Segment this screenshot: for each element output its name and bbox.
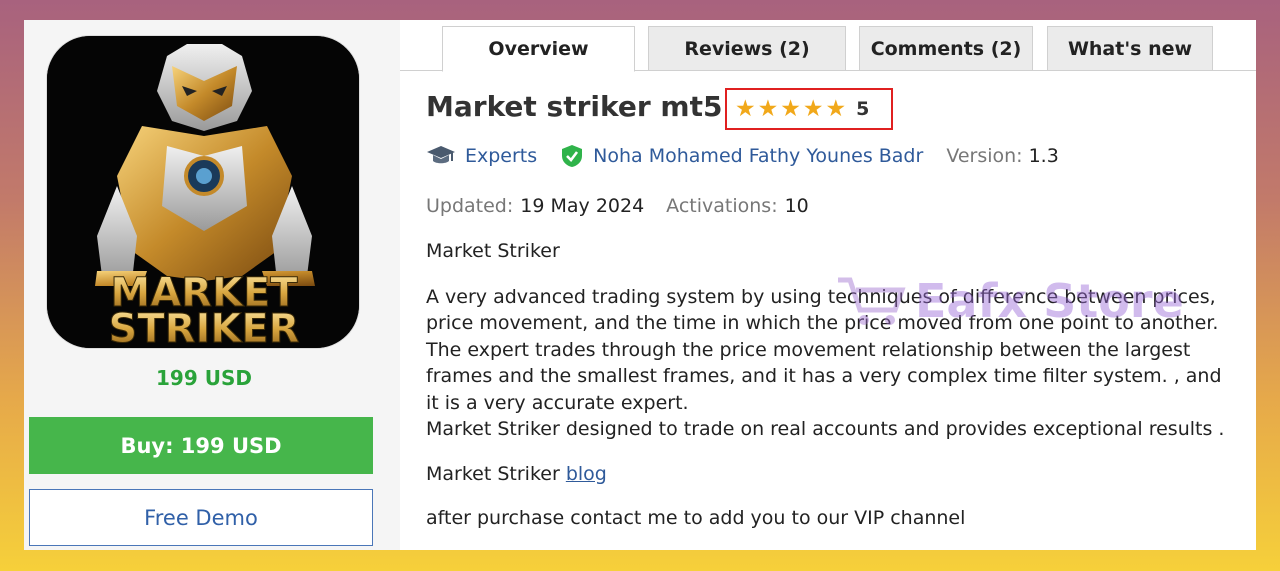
star-icon: ★: [802, 95, 824, 122]
blog-link[interactable]: blog: [566, 463, 607, 485]
version-label: Version:: [946, 145, 1023, 167]
activations-label: Activations:: [666, 195, 778, 217]
updated-label: Updated:: [426, 195, 514, 217]
description-line: it is a very accurate expert.: [426, 391, 689, 414]
tab-overview[interactable]: Overview: [442, 26, 635, 72]
buy-button[interactable]: Buy: 199 USD: [29, 417, 373, 474]
product-meta-row: Experts Noha Mohamed Fathy Younes Badr V…: [426, 140, 1059, 172]
product-main: Overview Reviews (2) Comments (2) What's…: [400, 20, 1256, 550]
description-line: The expert trades through the price move…: [426, 338, 1191, 361]
free-demo-button[interactable]: Free Demo: [29, 489, 373, 546]
star-icon: ★: [780, 95, 801, 122]
description-line: price movement, and the time in which th…: [426, 312, 1219, 334]
description-heading: Market Striker: [426, 240, 560, 262]
graduation-cap-icon: [427, 146, 455, 164]
rating-box[interactable]: ★ ★ ★ ★ ★ 5: [725, 88, 893, 130]
updated-value: 19 May 2024: [520, 195, 645, 217]
tab-whats-new[interactable]: What's new: [1047, 26, 1213, 71]
tab-bar: Overview Reviews (2) Comments (2) What's…: [400, 20, 1256, 72]
product-description: Market Striker A very advanced trading s…: [426, 238, 1256, 532]
product-price: 199 USD: [156, 366, 252, 390]
product-logo-image: MARKET STRIKER: [46, 35, 360, 349]
verified-shield-icon: [562, 145, 583, 167]
rating-value: 5: [856, 98, 870, 120]
product-title: Market striker mt5: [426, 90, 723, 123]
description-line: A very advanced trading system by using …: [426, 285, 1216, 308]
author-link[interactable]: Noha Mohamed Fathy Younes Badr: [593, 145, 923, 167]
version-value: 1.3: [1028, 145, 1059, 167]
blog-prefix: Market Striker: [426, 462, 560, 485]
description-line: frames and the smallest frames, and it h…: [426, 365, 1222, 387]
category-link[interactable]: Experts: [465, 145, 537, 167]
activations-value: 10: [784, 195, 809, 217]
blog-line: Market Striker blog: [426, 461, 1256, 488]
tiger-robot-image: MARKET STRIKER: [47, 36, 359, 349]
description-line: Market Striker designed to trade on real…: [426, 418, 1225, 440]
page-frame: MARKET STRIKER 199 USD Buy: 199 USD Free…: [24, 20, 1256, 550]
star-icon: ★: [825, 95, 847, 122]
star-icon: ★: [735, 95, 756, 122]
tab-comments[interactable]: Comments (2): [859, 26, 1033, 71]
star-icon: ★: [757, 95, 779, 122]
tab-reviews[interactable]: Reviews (2): [648, 26, 846, 71]
product-sidebar: MARKET STRIKER 199 USD Buy: 199 USD Free…: [24, 20, 400, 550]
logo-text-striker: STRIKER: [109, 306, 300, 349]
product-stats-row: Updated: 19 May 2024 Activations: 10: [426, 191, 809, 221]
vip-note: after purchase contact me to add you to …: [426, 507, 966, 529]
